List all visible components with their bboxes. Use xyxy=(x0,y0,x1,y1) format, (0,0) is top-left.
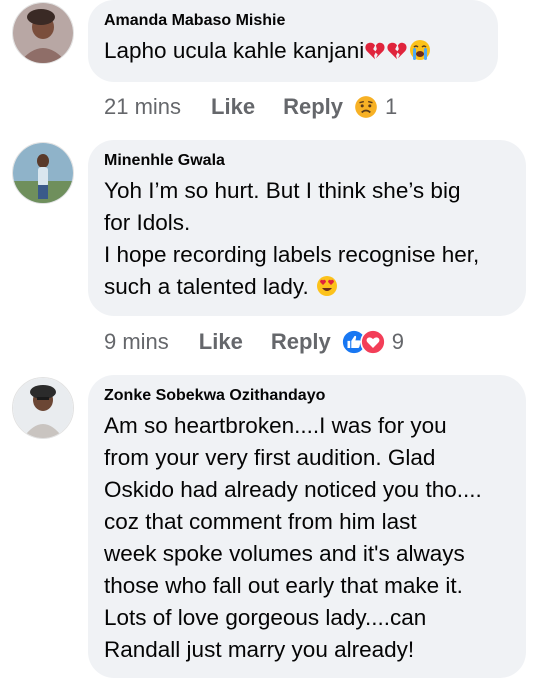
comment-text: Am so heartbroken....I was for you from … xyxy=(104,410,508,666)
comment-text-line: Oskido had already noticed you tho.... xyxy=(104,477,482,502)
avatar[interactable] xyxy=(12,377,74,439)
reaction-summary[interactable]: 1 xyxy=(353,94,397,120)
comment-text-line: Lots of love gorgeous lady....can xyxy=(104,605,427,630)
comment-text: Lapho ucula kahle kanjani xyxy=(104,35,480,67)
comment-bubble: Minenhle Gwala Yoh I’m so hurt. But I th… xyxy=(88,140,526,316)
comment-text-line: Am so heartbroken....I was for you xyxy=(104,413,447,438)
avatar[interactable] xyxy=(12,2,74,64)
comment-text-line: coz that comment from him last xyxy=(104,509,417,534)
comment-text: Yoh I’m so hurt. But I think she’s big f… xyxy=(104,175,508,303)
avatar-photo-icon xyxy=(13,143,73,203)
comment-text-line: for Idols. xyxy=(104,210,191,235)
avatar-photo-icon xyxy=(13,3,73,63)
comment-actions: 9 mins Like Reply 9 xyxy=(104,327,404,357)
comment-text-line: Randall just marry you already! xyxy=(104,637,415,662)
comment-author[interactable]: Zonke Sobekwa Ozithandayo xyxy=(104,386,508,406)
comment-text-line: Yoh I’m so hurt. But I think she’s big xyxy=(104,178,461,203)
comment-time[interactable]: 21 mins xyxy=(104,94,181,120)
comment-text-line: such a talented lady. xyxy=(104,274,309,299)
reply-button[interactable]: Reply xyxy=(283,94,343,120)
comment-text-line: week spoke volumes and it's always xyxy=(104,541,465,566)
loudly-crying-face-icon xyxy=(408,38,432,63)
avatar-photo-icon xyxy=(13,378,73,438)
comment-text-line: from your very first audition. Glad xyxy=(104,445,436,470)
reaction-summary[interactable]: 9 xyxy=(341,329,404,355)
comment-bubble: Amanda Mabaso Mishie Lapho ucula kahle k… xyxy=(88,0,498,82)
sad-reaction-icon xyxy=(353,94,379,120)
like-button[interactable]: Like xyxy=(211,94,255,120)
reaction-count: 9 xyxy=(391,329,404,354)
reply-button[interactable]: Reply xyxy=(271,329,331,355)
like-button[interactable]: Like xyxy=(199,329,243,355)
heart-eyes-face-icon xyxy=(315,274,339,299)
comment-text-line: I hope recording labels recognise her, xyxy=(104,242,480,267)
avatar[interactable] xyxy=(12,142,74,204)
comment-actions: 21 mins Like Reply 1 xyxy=(104,92,397,122)
broken-heart-icon xyxy=(364,38,386,63)
comment-time[interactable]: 9 mins xyxy=(104,329,169,355)
comment-text-line: those who fall out early that make it. xyxy=(104,573,463,598)
comment-author[interactable]: Amanda Mabaso Mishie xyxy=(104,11,480,31)
comment-bubble: Zonke Sobekwa Ozithandayo Am so heartbro… xyxy=(88,375,526,678)
comment-author[interactable]: Minenhle Gwala xyxy=(104,151,508,171)
love-reaction-icon xyxy=(360,329,386,355)
comments-thread: Amanda Mabaso Mishie Lapho ucula kahle k… xyxy=(0,0,540,678)
broken-heart-icon xyxy=(386,38,408,63)
comment-text-line: Lapho ucula kahle kanjani xyxy=(104,38,365,63)
reaction-count: 1 xyxy=(385,94,398,119)
